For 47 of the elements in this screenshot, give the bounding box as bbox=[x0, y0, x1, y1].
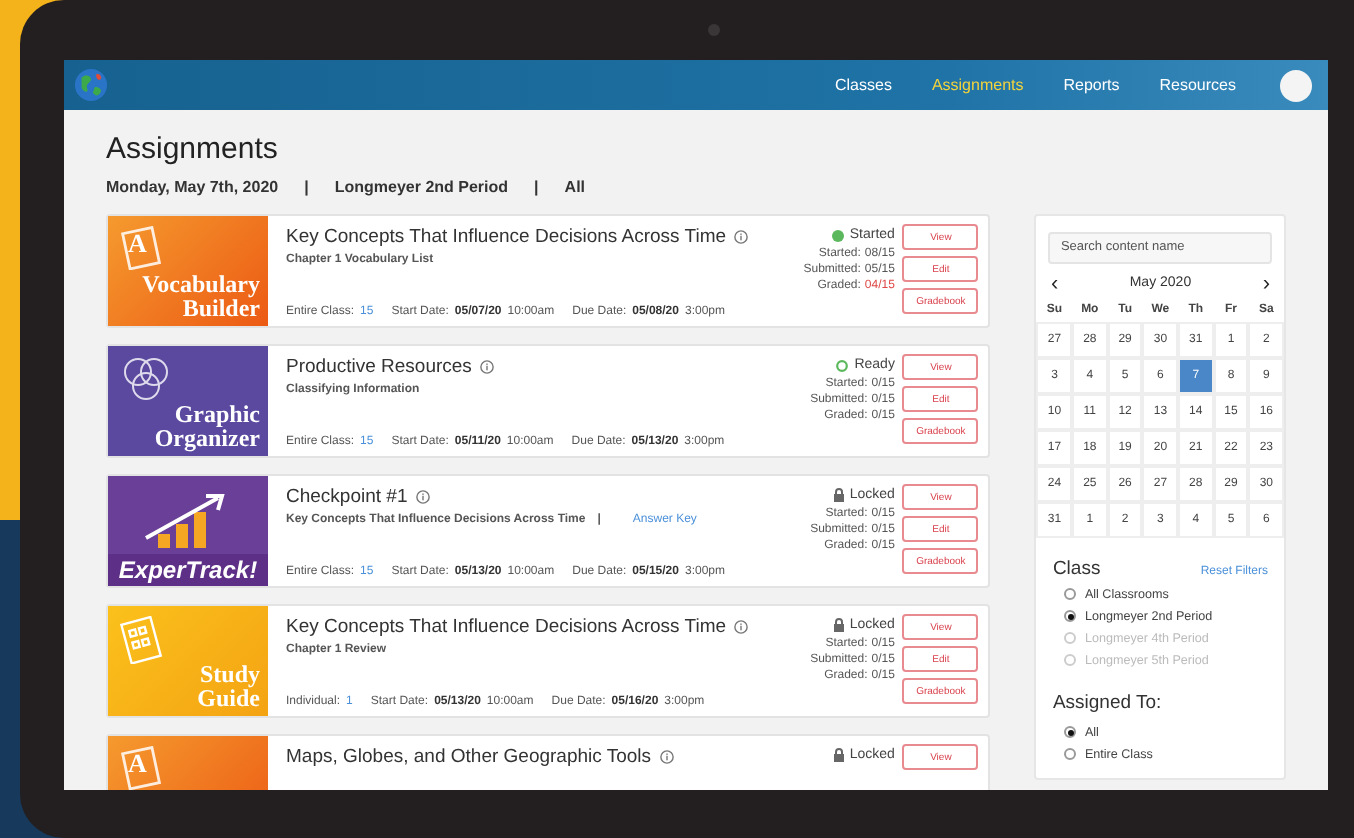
banner-label: ExperTrack! bbox=[108, 554, 268, 586]
banner-label: Organizer bbox=[154, 426, 260, 450]
breadcrumb-text: Monday, May 7th, 2020 bbox=[106, 178, 279, 196]
previous-month-button[interactable]: ‹ bbox=[1050, 275, 1059, 291]
nav-link[interactable]: Classes bbox=[834, 76, 892, 94]
radio-button[interactable] bbox=[1064, 588, 1077, 600]
banner-label: Builder bbox=[182, 296, 260, 320]
nav-link[interactable]: Reports bbox=[1063, 76, 1120, 94]
info-icon[interactable] bbox=[479, 360, 494, 374]
nav-link[interactable]: Resources bbox=[1159, 76, 1236, 94]
filter-heading: Class bbox=[1052, 557, 1101, 579]
document-icon bbox=[120, 746, 164, 790]
lock-icon bbox=[833, 748, 844, 762]
radio-button[interactable] bbox=[1064, 610, 1077, 622]
assignment-title: Key Concepts That Influence Decisions Across Time bbox=[286, 616, 727, 638]
lock-icon bbox=[833, 488, 844, 502]
breadcrumb-text: Longmeyer 2nd Period bbox=[334, 178, 509, 196]
page-title: Assignments bbox=[106, 132, 280, 166]
banner-label: Graphic bbox=[174, 402, 260, 426]
assignment-title: Productive Resources bbox=[286, 356, 472, 378]
filter-heading: Assigned To: bbox=[1052, 691, 1162, 713]
globe-logo-icon[interactable] bbox=[74, 68, 108, 102]
info-icon[interactable] bbox=[659, 750, 674, 764]
checklist-icon bbox=[120, 616, 164, 664]
breadcrumb-text: | bbox=[534, 178, 539, 196]
status-dot-icon bbox=[831, 229, 844, 241]
banner-label: Study bbox=[199, 662, 260, 686]
radio-button[interactable] bbox=[1064, 726, 1077, 738]
assignment-title: Key Concepts That Influence Decisions Across Time bbox=[286, 226, 727, 248]
assignment-title: Checkpoint #1 bbox=[286, 486, 408, 508]
info-icon[interactable] bbox=[734, 230, 749, 244]
assignment-title: Maps, Globes, and Other Geographic Tools bbox=[286, 746, 652, 768]
venn-diagram-icon bbox=[120, 356, 172, 404]
status-circle-icon bbox=[836, 359, 849, 371]
banner-label: Vocabulary bbox=[142, 272, 260, 296]
letter-logo: A bbox=[128, 750, 147, 776]
info-icon[interactable] bbox=[415, 490, 430, 504]
document-icon bbox=[120, 226, 164, 270]
breadcrumb-text: | bbox=[304, 178, 309, 196]
lock-icon bbox=[833, 618, 844, 632]
radio-button[interactable] bbox=[1064, 748, 1077, 760]
banner-label: Guide bbox=[197, 686, 260, 710]
breadcrumb-text: All bbox=[564, 178, 586, 196]
user-avatar[interactable] bbox=[1280, 69, 1312, 101]
letter-logo: A bbox=[128, 230, 147, 256]
info-icon[interactable] bbox=[734, 620, 749, 634]
next-month-button[interactable]: › bbox=[1262, 275, 1270, 291]
